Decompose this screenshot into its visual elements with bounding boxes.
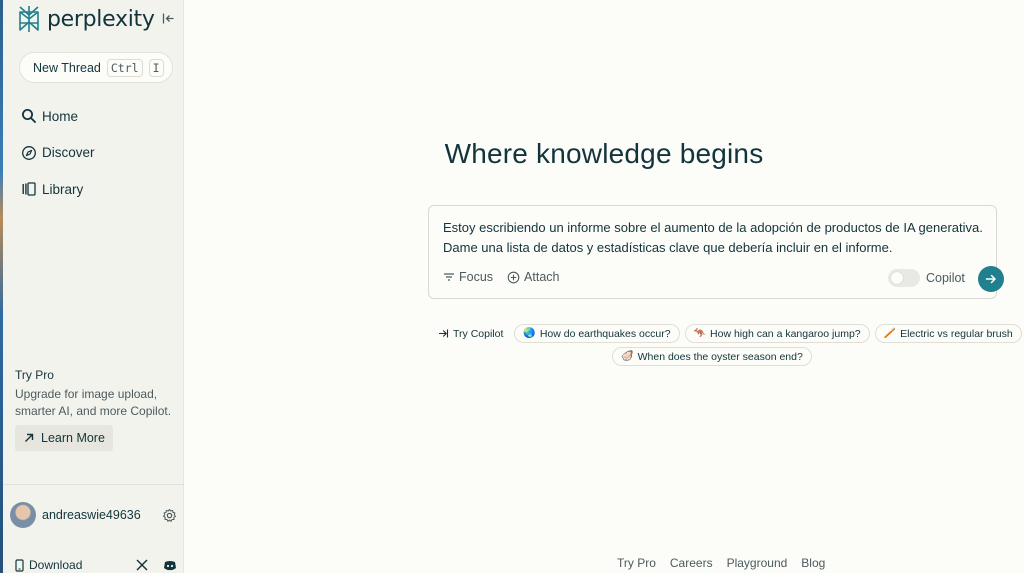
attach-label: Attach [524, 270, 560, 284]
suggestion-chip[interactable]: 🦪 When does the oyster season end? [612, 347, 812, 366]
shortcut-i: I [148, 58, 164, 77]
suggestion-label: How do earthquakes occur? [539, 327, 671, 340]
phone-icon [15, 558, 24, 572]
x-twitter-icon[interactable] [134, 557, 150, 573]
attach-button[interactable]: Attach [507, 270, 559, 284]
sidebar-item-label: Home [42, 108, 79, 124]
search-input-box[interactable]: Estoy escribiendo un informe sobre el au… [428, 205, 1004, 299]
search-icon [22, 109, 36, 123]
shortcut-ctrl: Ctrl [106, 58, 143, 77]
library-icon [22, 182, 36, 196]
submit-button[interactable] [978, 266, 1004, 292]
arrow-up-right-icon [25, 433, 34, 442]
footer-link-try-pro[interactable]: Try Pro [617, 556, 656, 570]
sidebar-item-label: Library [42, 181, 84, 197]
copilot-label: Copilot [926, 271, 965, 285]
page-title: Where knowledge begins [444, 138, 764, 169]
gear-icon [162, 508, 176, 522]
try-pro-title: Try Pro [15, 368, 54, 382]
main-content: Where knowledge begins Estoy escribiendo… [184, 0, 1024, 573]
try-copilot-label: Try Copilot [453, 327, 504, 340]
globe-icon: 🌏 [523, 328, 536, 339]
username[interactable]: andreaswie49636 [42, 508, 154, 522]
try-pro-panel: Try Pro Upgrade for image upload, smarte… [15, 368, 175, 451]
sidebar-divider [3, 484, 184, 485]
avatar[interactable] [10, 502, 36, 528]
sidebar: perplexity New Thread Ctrl I Home Discov… [3, 0, 184, 573]
learn-more-button[interactable]: Learn More [15, 425, 113, 451]
suggestion-label: When does the oyster season end? [637, 350, 803, 363]
sidebar-nav: Home Discover Library [21, 104, 181, 214]
focus-label: Focus [459, 270, 494, 284]
copilot-toggle: Copilot [888, 269, 965, 287]
discord-icon[interactable] [162, 557, 178, 573]
sidebar-item-discover[interactable]: Discover [21, 141, 181, 165]
copilot-switch[interactable] [888, 269, 920, 287]
perplexity-logo-icon [19, 6, 39, 32]
sidebar-bottom-row: Download [14, 556, 178, 573]
suggestion-label: Electric vs regular brush [900, 327, 1013, 340]
logo-text: perplexity [47, 6, 155, 32]
suggestion-chip[interactable]: 🪥 Electric vs regular brush [874, 324, 1022, 343]
settings-button[interactable] [160, 506, 178, 524]
footer-links: Try Pro Careers Playground Blog [617, 556, 825, 570]
oyster-icon: 🦪 [621, 351, 634, 362]
download-label: Download [29, 558, 83, 572]
sidebar-item-library[interactable]: Library [21, 177, 181, 201]
try-pro-description: Upgrade for image upload, smarter AI, an… [15, 387, 172, 418]
learn-more-label: Learn More [41, 431, 105, 445]
focus-button[interactable]: Focus [443, 270, 493, 284]
download-button[interactable]: Download [14, 558, 122, 572]
footer-link-blog[interactable]: Blog [801, 556, 825, 570]
new-thread-label: New Thread [33, 60, 101, 75]
suggestion-chip[interactable]: 🦘 How high can a kangaroo jump? [684, 324, 870, 343]
logo[interactable]: perplexity [17, 4, 155, 34]
filter-icon [444, 273, 454, 281]
user-profile: andreaswie49636 [10, 501, 178, 529]
sidebar-item-home[interactable]: Home [21, 104, 181, 128]
suggestions-row: Try Copilot 🌏 How do earthquakes occur? … [428, 324, 1022, 343]
compass-icon [22, 145, 36, 160]
footer-link-playground[interactable]: Playground [727, 556, 788, 570]
toothbrush-icon: 🪥 [883, 328, 897, 339]
arrow-right-icon [985, 274, 996, 284]
search-input[interactable]: Estoy escribiendo un informe sobre el au… [443, 218, 999, 258]
copilot-arrow-icon [439, 329, 449, 338]
collapse-sidebar-button[interactable] [159, 9, 177, 27]
new-thread-button[interactable]: New Thread Ctrl I [19, 52, 173, 83]
try-copilot-button[interactable]: Try Copilot [428, 324, 509, 343]
footer-link-careers[interactable]: Careers [670, 556, 713, 570]
query-tools: Focus Attach [443, 270, 559, 284]
collapse-icon [162, 13, 173, 23]
sidebar-item-label: Discover [42, 145, 95, 160]
kangaroo-icon: 🦘 [693, 328, 707, 339]
suggestions: Try Copilot 🌏 How do earthquakes occur? … [428, 324, 1022, 370]
suggestion-label: How high can a kangaroo jump? [710, 327, 861, 340]
suggestion-chip[interactable]: 🌏 How do earthquakes occur? [514, 324, 680, 343]
plus-circle-icon [507, 271, 520, 283]
suggestions-row: 🦪 When does the oyster season end? [428, 347, 1018, 366]
